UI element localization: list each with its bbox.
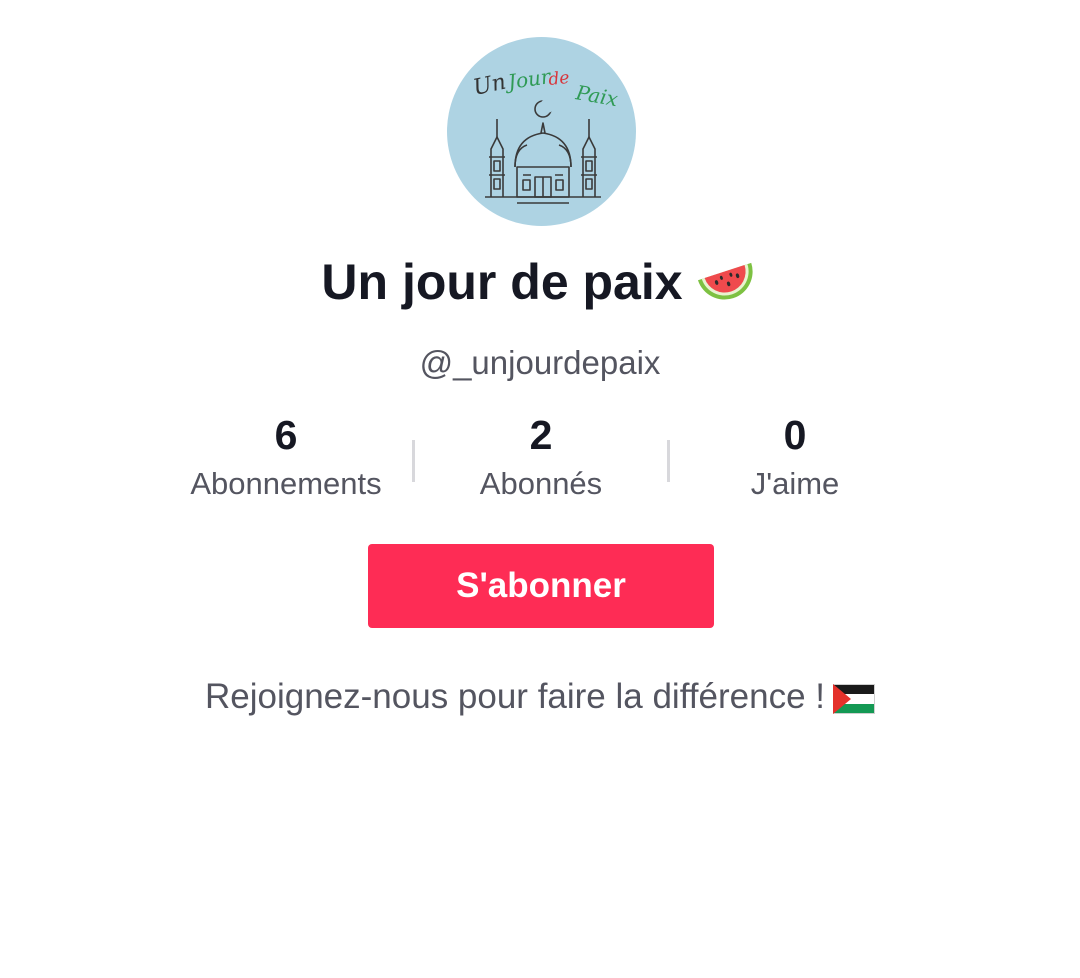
stat-divider [667, 440, 670, 482]
stat-likes-value: 0 [783, 412, 807, 458]
follow-button[interactable]: S'abonner [368, 544, 714, 628]
stat-following-value: 6 [274, 412, 298, 458]
stat-likes-label: J'aime [750, 466, 840, 501]
svg-text:Un: Un [471, 70, 508, 101]
svg-text:de: de [547, 68, 570, 90]
bio: Rejoignez-nous pour faire la différence … [0, 675, 1080, 719]
svg-text:Paix: Paix [573, 80, 620, 111]
stat-divider [412, 440, 415, 482]
stat-following[interactable]: 6 Abonnements [166, 410, 406, 504]
bio-text: Rejoignez-nous pour faire la différence … [204, 677, 825, 716]
display-name: Un jour de paix [0, 250, 1080, 314]
display-name-text: Un jour de paix [321, 254, 683, 310]
stat-followers[interactable]: 2 Abonnés [421, 410, 661, 504]
stat-followers-label: Abonnés [479, 466, 603, 501]
watermelon-icon [697, 255, 759, 309]
svg-text:Jour: Jour [502, 64, 553, 94]
mosque-logo-icon: Un Jour de Paix [471, 64, 620, 204]
stat-likes[interactable]: 0 J'aime [675, 410, 915, 504]
username: @_unjourdepaix [419, 344, 661, 381]
stat-followers-value: 2 [529, 412, 553, 458]
stat-following-label: Abonnements [190, 466, 382, 501]
avatar[interactable]: Un Jour de Paix [447, 37, 636, 226]
palestine-flag-icon [833, 681, 875, 714]
